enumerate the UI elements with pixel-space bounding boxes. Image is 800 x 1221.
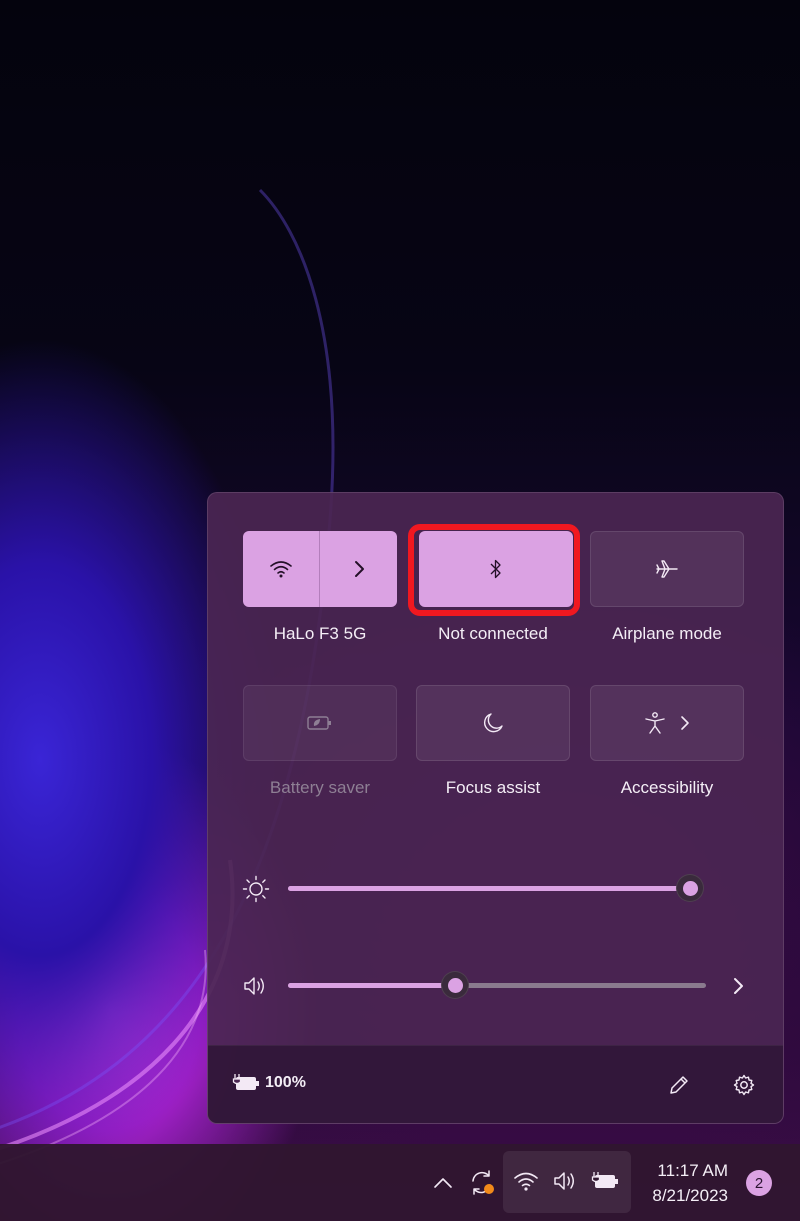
battery-saver-icon — [306, 714, 334, 732]
notification-badge[interactable]: 2 — [746, 1170, 772, 1196]
focus-assist-tile-label: Focus assist — [445, 778, 541, 797]
brightness-track[interactable] — [288, 886, 690, 891]
speaker-icon — [552, 1169, 578, 1193]
chevron-up-icon[interactable] — [432, 1172, 454, 1194]
battery-saver-tile[interactable] — [243, 685, 397, 761]
sync-icon[interactable] — [468, 1168, 498, 1198]
battery-charging-icon — [591, 1169, 621, 1193]
chevron-right-icon — [353, 560, 365, 578]
speaker-icon[interactable] — [241, 972, 269, 1000]
airplane-mode-tile[interactable] — [590, 531, 744, 607]
brightness-icon — [241, 874, 271, 904]
pencil-icon[interactable] — [666, 1072, 692, 1098]
wifi-icon — [513, 1169, 539, 1193]
volume-fill — [288, 983, 456, 988]
volume-slider-row — [208, 965, 783, 1005]
airplane-mode-tile-label: Airplane mode — [612, 624, 722, 643]
accessibility-tile[interactable] — [590, 685, 744, 761]
taskbar: 11:17 AM 8/21/2023 — [0, 1144, 800, 1221]
gear-icon[interactable] — [731, 1072, 757, 1098]
chevron-right-icon — [680, 715, 690, 731]
wifi-networks-button[interactable] — [320, 531, 397, 607]
battery-percent: 100% — [265, 1074, 306, 1091]
clock[interactable]: 11:17 AM 8/21/2023 — [652, 1158, 728, 1208]
quick-settings-footer: 100% — [208, 1045, 783, 1123]
volume-output-chevron-icon[interactable] — [728, 973, 748, 999]
focus-assist-tile[interactable] — [416, 685, 570, 761]
volume-track[interactable] — [288, 983, 706, 988]
battery-saver-tile-label: Battery saver — [269, 778, 371, 797]
wifi-icon — [270, 560, 292, 578]
brightness-fill — [288, 886, 690, 891]
system-tray-group[interactable] — [503, 1151, 631, 1213]
accessibility-icon — [644, 711, 666, 735]
moon-icon — [481, 711, 505, 735]
airplane-icon — [655, 558, 679, 580]
battery-charging-icon[interactable] — [232, 1072, 262, 1094]
brightness-slider-row — [208, 868, 783, 908]
bluetooth-tile-label: Not connected — [438, 624, 548, 643]
wifi-tile[interactable] — [243, 531, 397, 607]
clock-time: 11:17 AM — [657, 1161, 728, 1180]
brightness-thumb[interactable] — [676, 874, 704, 902]
wifi-tile-label: HaLo F3 5G — [273, 624, 367, 643]
wifi-toggle[interactable] — [243, 531, 319, 607]
accessibility-tile-label: Accessibility — [620, 778, 714, 797]
highlight-frame — [408, 524, 580, 616]
volume-thumb[interactable] — [441, 971, 470, 999]
clock-date: 8/21/2023 — [652, 1186, 728, 1205]
